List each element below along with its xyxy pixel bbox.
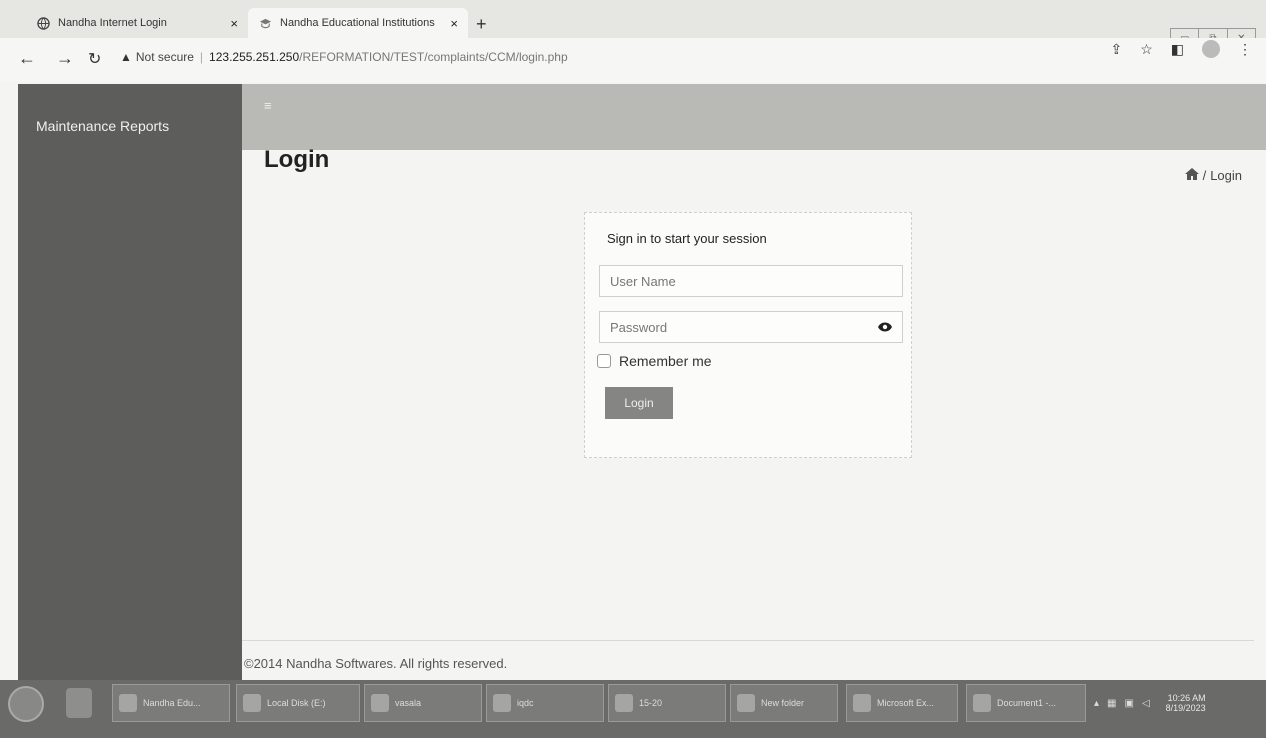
tray-expand-icon[interactable]: ▴	[1094, 698, 1099, 709]
login-button[interactable]: Login	[605, 387, 673, 419]
breadcrumb-separator: /	[1202, 168, 1207, 183]
excel-icon	[853, 694, 871, 712]
folder-icon	[371, 694, 389, 712]
remember-me[interactable]: Remember me	[597, 353, 712, 369]
remember-label: Remember me	[619, 353, 712, 369]
folder-icon	[493, 694, 511, 712]
taskbar-item[interactable]: vasala	[364, 684, 482, 722]
login-card: Sign in to start your session User Name …	[584, 212, 912, 458]
security-label: Not secure	[135, 50, 194, 64]
start-button[interactable]	[8, 686, 44, 722]
password-field[interactable]: Password	[599, 311, 903, 343]
sidebar: Maintenance Reports	[18, 84, 242, 680]
brand-title[interactable]: Maintenance Reports	[36, 118, 169, 134]
taskbar-item[interactable]: iqdc	[486, 684, 604, 722]
word-icon	[973, 694, 991, 712]
username-placeholder: User Name	[610, 273, 676, 289]
login-message: Sign in to start your session	[607, 231, 767, 246]
volume-icon[interactable]: ◁	[1142, 698, 1150, 709]
browser-tab-strip: Nandha Internet Login × Nandha Education…	[0, 0, 1266, 50]
taskbar-item[interactable]: Document1 -...	[966, 684, 1086, 722]
home-icon[interactable]	[1184, 168, 1199, 183]
profile-icon[interactable]	[1202, 40, 1220, 58]
taskbar-item[interactable]: Nandha Edu...	[112, 684, 230, 722]
system-tray: ▴ ▦ ▣ ◁ 10:26 AM 8/19/2023	[1094, 684, 1254, 722]
password-placeholder: Password	[610, 319, 668, 335]
breadcrumb: / Login	[1184, 168, 1242, 183]
back-arrow-icon[interactable]: ←	[18, 48, 36, 69]
taskbar-item[interactable]: Microsoft Ex...	[846, 684, 958, 722]
reload-icon[interactable]: ↻	[88, 49, 101, 69]
folder-icon	[737, 694, 755, 712]
system-clock[interactable]: 10:26 AM 8/19/2023	[1166, 693, 1206, 713]
star-icon[interactable]: ☆	[1140, 41, 1153, 58]
toolbar-actions: ⇪ ☆ ◧ ⋮	[1110, 40, 1252, 58]
url-host: 123.255.251.250	[209, 50, 300, 64]
new-tab-button[interactable]: +	[476, 15, 487, 33]
hamburger-menu-icon[interactable]: ≡	[264, 98, 272, 113]
tab-title: Nandha Internet Login	[58, 17, 167, 29]
pinned-app-icon[interactable]	[66, 688, 92, 718]
tab-title: Nandha Educational Institutions	[280, 17, 435, 29]
browser-toolbar: ← → ↻ ▲ Not secure | 123.255.251.250 /RE…	[0, 38, 1266, 82]
url-path: /REFORMATION/TEST/complaints/CCM/login.p…	[299, 50, 568, 64]
side-panel-icon[interactable]: ◧	[1171, 41, 1184, 58]
address-bar[interactable]: ▲ Not secure | 123.255.251.250 /REFORMAT…	[120, 50, 568, 64]
remember-checkbox[interactable]	[597, 354, 611, 368]
tab-close-icon[interactable]: ×	[450, 16, 458, 31]
username-field[interactable]: User Name	[599, 265, 903, 297]
os-taskbar: Nandha Edu... Local Disk (E:) vasala iqd…	[0, 680, 1266, 738]
tab-nandha-internet-login[interactable]: Nandha Internet Login ×	[26, 8, 248, 38]
footer-copyright: ©2014 Nandha Softwares. All rights reser…	[244, 656, 508, 671]
footer-divider	[242, 640, 1254, 641]
tab-close-icon[interactable]: ×	[230, 16, 238, 31]
share-icon[interactable]: ⇪	[1110, 41, 1122, 58]
drive-icon	[243, 694, 261, 712]
breadcrumb-current: Login	[1210, 168, 1242, 183]
tab-nandha-educational[interactable]: Nandha Educational Institutions ×	[248, 8, 468, 38]
network-icon[interactable]: ▣	[1124, 698, 1133, 709]
taskbar-item[interactable]: 15-20	[608, 684, 726, 722]
school-icon	[258, 16, 272, 30]
warning-icon: ▲	[120, 50, 132, 64]
eye-icon[interactable]	[878, 319, 892, 335]
tray-app-icon[interactable]: ▦	[1107, 698, 1116, 709]
address-separator: |	[199, 50, 204, 64]
page-title: Login	[264, 146, 330, 173]
clock-time: 10:26 AM	[1167, 693, 1206, 703]
chrome-icon	[119, 694, 137, 712]
top-navbar: ≡	[242, 84, 1266, 150]
globe-icon	[36, 16, 50, 30]
kebab-menu-icon[interactable]: ⋮	[1238, 41, 1252, 58]
folder-icon	[615, 694, 633, 712]
clock-date: 8/19/2023	[1165, 703, 1206, 713]
forward-arrow-icon[interactable]: →	[56, 48, 74, 69]
taskbar-item[interactable]: Local Disk (E:)	[236, 684, 360, 722]
taskbar-item[interactable]: New folder	[730, 684, 838, 722]
